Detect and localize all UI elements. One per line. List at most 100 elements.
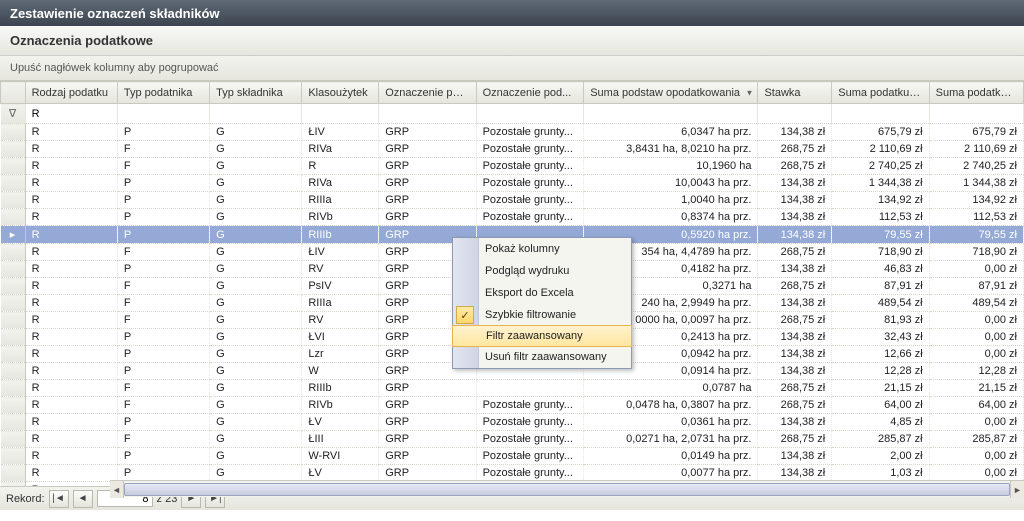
horizontal-scrollbar[interactable]: ◄ ► bbox=[110, 480, 1024, 497]
table-cell[interactable]: 134,38 zł bbox=[758, 124, 832, 141]
table-cell[interactable]: 87,91 zł bbox=[929, 278, 1023, 295]
table-cell[interactable]: GRP bbox=[379, 192, 476, 209]
filter-cell[interactable] bbox=[929, 104, 1023, 124]
table-cell[interactable]: 46,83 zł bbox=[832, 261, 929, 278]
table-cell[interactable]: 79,55 zł bbox=[929, 226, 1023, 244]
table-cell[interactable]: 134,38 zł bbox=[758, 448, 832, 465]
table-cell[interactable]: R bbox=[25, 431, 117, 448]
table-cell[interactable]: R bbox=[25, 209, 117, 226]
table-cell[interactable]: R bbox=[25, 141, 117, 158]
table-cell[interactable]: ŁIV bbox=[302, 124, 379, 141]
table-cell[interactable]: G bbox=[210, 226, 302, 244]
table-cell[interactable]: RIVa bbox=[302, 141, 379, 158]
table-cell[interactable]: 0,00 zł bbox=[929, 346, 1023, 363]
column-header[interactable]: Klasoużytek bbox=[302, 82, 379, 104]
table-cell[interactable]: 134,38 zł bbox=[758, 226, 832, 244]
table-cell[interactable]: RIIIb bbox=[302, 226, 379, 244]
table-cell[interactable]: 12,28 zł bbox=[929, 363, 1023, 380]
table-cell[interactable]: 134,38 zł bbox=[758, 192, 832, 209]
table-cell[interactable]: G bbox=[210, 346, 302, 363]
table-cell[interactable]: 134,38 zł bbox=[758, 295, 832, 312]
table-cell[interactable]: 81,93 zł bbox=[832, 312, 929, 329]
table-cell[interactable]: G bbox=[210, 175, 302, 192]
table-cell[interactable]: P bbox=[117, 261, 209, 278]
table-cell[interactable]: R bbox=[25, 278, 117, 295]
table-cell[interactable]: GRP bbox=[379, 397, 476, 414]
table-cell[interactable]: 0,0077 ha prz. bbox=[584, 465, 758, 482]
table-cell[interactable]: G bbox=[210, 414, 302, 431]
table-cell[interactable]: Pozostałe grunty... bbox=[476, 397, 584, 414]
table-cell[interactable]: R bbox=[25, 124, 117, 141]
context-menu-item[interactable]: Eksport do Excela bbox=[453, 282, 631, 304]
table-cell[interactable]: G bbox=[210, 431, 302, 448]
scroll-thumb[interactable] bbox=[124, 483, 1010, 496]
table-cell[interactable]: GRP bbox=[379, 380, 476, 397]
filter-cell[interactable] bbox=[210, 104, 302, 124]
table-cell[interactable]: 285,87 zł bbox=[832, 431, 929, 448]
table-cell[interactable]: 3,8431 ha, 8,0210 ha prz. bbox=[584, 141, 758, 158]
table-cell[interactable]: GRP bbox=[379, 414, 476, 431]
table-cell[interactable]: GRP bbox=[379, 431, 476, 448]
table-cell[interactable]: F bbox=[117, 295, 209, 312]
table-cell[interactable]: RIVa bbox=[302, 175, 379, 192]
table-cell[interactable]: P bbox=[117, 124, 209, 141]
table-cell[interactable]: 718,90 zł bbox=[832, 244, 929, 261]
table-cell[interactable]: Pozostałe grunty... bbox=[476, 124, 584, 141]
table-cell[interactable]: P bbox=[117, 414, 209, 431]
filter-cell[interactable]: R bbox=[25, 104, 117, 124]
table-cell[interactable]: 1,0040 ha prz. bbox=[584, 192, 758, 209]
table-cell[interactable]: 0,0149 ha prz. bbox=[584, 448, 758, 465]
table-cell[interactable]: 134,38 zł bbox=[758, 175, 832, 192]
nav-first-button[interactable]: |◄ bbox=[49, 490, 69, 508]
nav-prev-button[interactable]: ◄ bbox=[73, 490, 93, 508]
table-cell[interactable]: R bbox=[25, 346, 117, 363]
column-header[interactable]: Suma podatku p... bbox=[929, 82, 1023, 104]
column-header[interactable]: Stawka bbox=[758, 82, 832, 104]
table-cell[interactable]: 0,00 zł bbox=[929, 329, 1023, 346]
filter-cell[interactable] bbox=[758, 104, 832, 124]
table-cell[interactable]: R bbox=[25, 414, 117, 431]
table-cell[interactable]: RIIIa bbox=[302, 192, 379, 209]
filter-cell[interactable] bbox=[832, 104, 929, 124]
column-header[interactable]: Rodzaj podatku bbox=[25, 82, 117, 104]
table-cell[interactable]: 1 344,38 zł bbox=[929, 175, 1023, 192]
column-header[interactable]: Suma podstaw opodatkowania▼ bbox=[584, 82, 758, 104]
filter-cell[interactable] bbox=[584, 104, 758, 124]
table-cell[interactable]: 10,0043 ha prz. bbox=[584, 175, 758, 192]
table-row[interactable]: RPGRIIIaGRPPozostałe grunty...1,0040 ha … bbox=[1, 192, 1024, 209]
table-cell[interactable]: 2 110,69 zł bbox=[929, 141, 1023, 158]
table-cell[interactable]: 4,85 zł bbox=[832, 414, 929, 431]
context-menu-item[interactable]: Podgląd wydruku bbox=[453, 260, 631, 282]
table-cell[interactable]: 268,75 zł bbox=[758, 141, 832, 158]
table-cell[interactable]: GRP bbox=[379, 448, 476, 465]
table-cell[interactable]: G bbox=[210, 244, 302, 261]
table-cell[interactable]: 675,79 zł bbox=[832, 124, 929, 141]
table-cell[interactable]: Pozostałe grunty... bbox=[476, 465, 584, 482]
table-cell[interactable]: R bbox=[25, 158, 117, 175]
table-cell[interactable]: P bbox=[117, 329, 209, 346]
table-cell[interactable]: Pozostałe grunty... bbox=[476, 141, 584, 158]
table-row[interactable]: RPGŁVGRPPozostałe grunty...0,0361 ha prz… bbox=[1, 414, 1024, 431]
context-menu-item[interactable]: Pokaż kolumny bbox=[453, 238, 631, 260]
column-header[interactable]: Oznaczenie pod... bbox=[476, 82, 584, 104]
column-header[interactable]: Oznaczenie pod... bbox=[379, 82, 476, 104]
table-cell[interactable]: G bbox=[210, 261, 302, 278]
table-cell[interactable]: 134,38 zł bbox=[758, 346, 832, 363]
table-cell[interactable]: 21,15 zł bbox=[929, 380, 1023, 397]
table-cell[interactable]: 268,75 zł bbox=[758, 158, 832, 175]
column-header[interactable]: Typ podatnika bbox=[117, 82, 209, 104]
table-cell[interactable]: 112,53 zł bbox=[832, 209, 929, 226]
table-cell[interactable]: RIIIa bbox=[302, 295, 379, 312]
table-cell[interactable]: 0,0271 ha, 2,0731 ha prz. bbox=[584, 431, 758, 448]
table-cell[interactable]: 2 110,69 zł bbox=[832, 141, 929, 158]
table-cell[interactable]: Pozostałe grunty... bbox=[476, 175, 584, 192]
table-cell[interactable]: Pozostałe grunty... bbox=[476, 209, 584, 226]
table-cell[interactable]: G bbox=[210, 329, 302, 346]
table-cell[interactable]: 0,00 zł bbox=[929, 312, 1023, 329]
table-cell[interactable]: G bbox=[210, 465, 302, 482]
table-cell[interactable]: P bbox=[117, 346, 209, 363]
table-cell[interactable]: PsIV bbox=[302, 278, 379, 295]
table-cell[interactable] bbox=[476, 380, 584, 397]
table-cell[interactable]: R bbox=[25, 244, 117, 261]
filter-cell[interactable] bbox=[302, 104, 379, 124]
